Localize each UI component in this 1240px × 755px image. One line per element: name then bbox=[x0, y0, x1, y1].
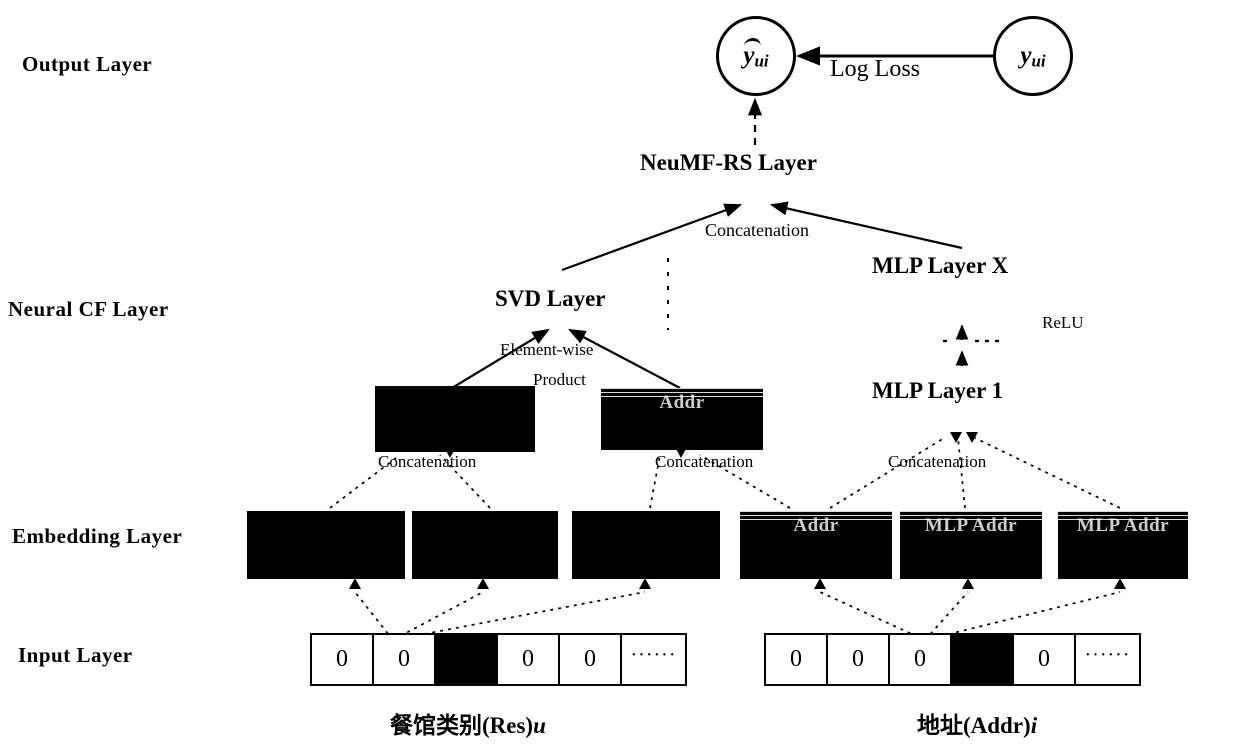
embedding-block-3 bbox=[572, 511, 720, 579]
embedding-block-1 bbox=[247, 511, 405, 579]
input-cell[interactable]: 0 bbox=[560, 635, 622, 684]
hat-accent-icon: y bbox=[743, 41, 755, 69]
neumf-rs-layer-node: NeuMF-RS Layer bbox=[640, 150, 817, 175]
input-cell[interactable]: 0 bbox=[1014, 635, 1076, 684]
diagram-canvas: Output Layer Neural CF Layer Embedding L… bbox=[0, 0, 1240, 755]
mlp-layer-1-node: MLP Layer 1 bbox=[872, 378, 1004, 403]
input-onehot-user[interactable]: 0 0 0 0 ······ bbox=[310, 633, 687, 686]
embedding-block-4: Addr bbox=[740, 511, 892, 579]
embedding-block-4-label: Addr bbox=[793, 515, 839, 536]
input-caption-user-italic: u bbox=[533, 713, 546, 738]
relu-label: ReLU bbox=[1042, 313, 1084, 332]
embedding-block-5-label: MLP Addr bbox=[924, 515, 1018, 536]
input-onehot-item[interactable]: 0 0 0 0 ······ bbox=[764, 633, 1141, 686]
row-label-input-layer: Input Layer bbox=[18, 643, 133, 667]
input-cell[interactable]: ······ bbox=[622, 635, 685, 684]
input-cell[interactable]: ······ bbox=[1076, 635, 1139, 684]
input-cell[interactable]: 0 bbox=[828, 635, 890, 684]
svd-user-latent-block bbox=[375, 386, 535, 452]
row-label-embedding-layer: Embedding Layer bbox=[12, 524, 183, 548]
row-label-output-layer: Output Layer bbox=[22, 52, 153, 76]
input-cell[interactable]: 0 bbox=[374, 635, 436, 684]
concatenation-label-svd-left: Concatenation bbox=[378, 452, 477, 471]
concatenation-label-neumf: Concatenation bbox=[705, 220, 809, 240]
svd-layer-node: SVD Layer bbox=[495, 286, 606, 311]
input-caption-item-cn: 地址(Addr) bbox=[917, 713, 1031, 738]
log-loss-label: Log Loss bbox=[830, 56, 920, 82]
svd-item-latent-block: Addr bbox=[601, 388, 763, 450]
predicted-output-label: yui bbox=[743, 41, 769, 71]
input-cell[interactable] bbox=[952, 635, 1014, 684]
elementwise-product-label-line2: Product bbox=[533, 370, 586, 389]
embedding-block-6: MLP Addr bbox=[1058, 511, 1188, 579]
target-output-node: yui bbox=[993, 16, 1073, 96]
predicted-output-node: yui bbox=[716, 16, 796, 96]
input-caption-user: 餐馆类别(Res)u bbox=[390, 706, 546, 740]
input-caption-user-cn: 餐馆类别(Res) bbox=[390, 713, 534, 738]
concatenation-label-mlp: Concatenation bbox=[888, 452, 987, 471]
target-output-label: yui bbox=[1020, 41, 1046, 71]
embedding-block-5: MLP Addr bbox=[900, 511, 1042, 579]
input-cell[interactable]: 0 bbox=[890, 635, 952, 684]
input-caption-item: 地址(Addr)i bbox=[917, 706, 1037, 740]
input-cell[interactable]: 0 bbox=[312, 635, 374, 684]
concatenation-label-svd-right: Concatenation bbox=[655, 452, 754, 471]
input-cell[interactable]: 0 bbox=[766, 635, 828, 684]
embedding-block-6-label: MLP Addr bbox=[1076, 515, 1170, 536]
svd-item-latent-label: Addr bbox=[659, 392, 705, 413]
row-label-neural-cf-layer: Neural CF Layer bbox=[8, 297, 169, 321]
input-caption-item-italic: i bbox=[1030, 713, 1038, 738]
elementwise-product-label-line1: Element-wise bbox=[500, 340, 594, 359]
embedding-block-2 bbox=[412, 511, 558, 579]
input-cell[interactable]: 0 bbox=[498, 635, 560, 684]
input-cell[interactable] bbox=[436, 635, 498, 684]
mlp-layer-x-node: MLP Layer X bbox=[872, 253, 1009, 278]
